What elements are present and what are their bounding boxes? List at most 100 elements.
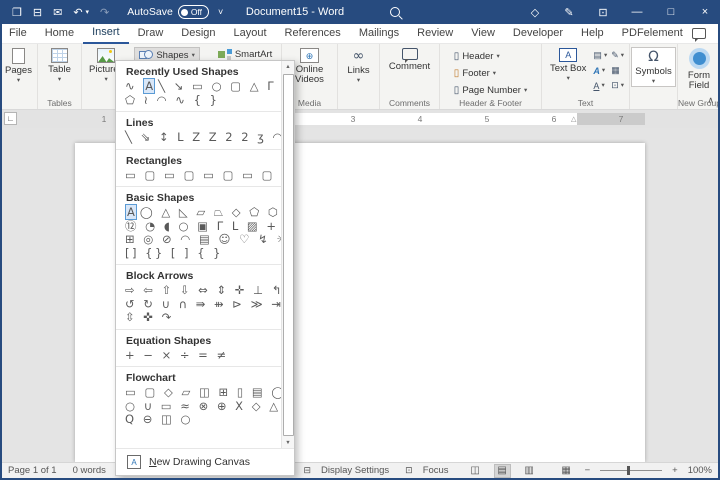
basic-shapes-row-4[interactable]: [] {} [ ] { } [116,247,281,261]
ribbon-group-text: A Text Box ▾ ▤ ▾ A ▾ A ▾ [542,44,630,109]
tab-references[interactable]: References [276,24,350,43]
collapse-ribbon-icon[interactable]: ∧ [707,95,714,106]
text-box-shape-selected[interactable]: A [143,78,155,94]
recently-used-row-1[interactable]: ∿ A╲ ↘ ▭ ○ ▢ △ Γ L ↳ ⇨ ⇩ [116,80,281,94]
chevron-down-icon: ▾ [567,76,570,82]
tab-help[interactable]: Help [572,24,613,43]
chevron-down-icon: ▾ [493,71,496,77]
block-arrows-row-1[interactable]: ⇨ ⇦ ⇧ ⇩ ⇔ ⇕ ✛ ⊥ ↰ ∩ ↲ ↳ [116,284,281,298]
web-layout-button[interactable]: ▥ [521,464,538,478]
zoom-slider[interactable] [600,470,662,471]
table-button[interactable]: Table ▾ [45,47,74,84]
section-recently-used: Recently Used Shapes [116,61,281,80]
form-field-button[interactable]: Form Field [678,47,720,92]
basic-shapes-row-2[interactable]: ⑫ ◔ ◖ ○ ▣ Γ L ▨ + ▢ ⊔ ◫ [116,220,281,234]
footer-button[interactable]: ▯ Footer ▾ [450,66,531,81]
section-basic-shapes: Basic Shapes [116,187,281,206]
focus-button[interactable]: Focus [423,465,449,476]
undo-caret-icon[interactable]: ▾ [86,8,90,16]
minimize-button[interactable]: — [630,6,644,18]
status-bar: Page 1 of 1 0 words 0 cha ⊟ Display Sett… [0,462,720,478]
open-icon[interactable]: ✉ [53,6,62,19]
right-indent-marker[interactable]: △ [571,115,576,123]
tab-review[interactable]: Review [408,24,462,43]
zoom-level[interactable]: 100% [688,465,712,476]
recently-used-row-2[interactable]: ⬠ ≀ ◠ ∿ { } [116,94,281,108]
page-count[interactable]: Page 1 of 1 [8,465,57,476]
flowchart-row-1[interactable]: ▭ ▢ ◇ ▱ ◫ ⊞ ▯ ▤ ◯ ○ ⬡ ◁ ▽ [116,386,281,400]
save-icon[interactable]: ⊟ [33,6,42,19]
symbols-button[interactable]: Ω Symbols ▾ [631,47,675,87]
tab-design[interactable]: Design [172,24,224,43]
group-label-comments: Comments [380,98,439,108]
date-time-button[interactable]: ▦ [611,64,624,77]
tab-mailings[interactable]: Mailings [350,24,408,43]
wordart-button[interactable]: A ▾ [593,64,607,77]
zoom-slider-thumb[interactable] [627,466,630,475]
new-drawing-canvas-item[interactable]: A New Drawing Canvas [116,448,294,475]
header-icon: ▯ [454,51,460,62]
display-settings-button[interactable]: Display Settings [321,465,389,476]
tab-developer[interactable]: Developer [504,24,572,43]
ruler-number: 7 [619,114,624,124]
tab-insert[interactable]: Insert [83,23,129,44]
signature-line-button[interactable]: ✎ ▾ [611,49,624,62]
qat-more-icon[interactable]: ˅ [218,7,223,17]
tab-file[interactable]: File [0,24,36,43]
gem-icon[interactable]: ◇ [528,6,542,19]
tab-view[interactable]: View [462,24,504,43]
ribbon-group-pages: Pages ▾ [0,44,38,109]
page-number-button[interactable]: ▯ Page Number ▾ [450,83,531,98]
tab-pdfelement[interactable]: PDFelement [613,24,692,43]
scrollbar-thumb[interactable] [283,74,294,436]
ruler-number: 4 [418,114,423,124]
chevron-down-icon: ▾ [496,54,499,60]
window-border-left [0,0,2,480]
status-extra-icon[interactable]: ▦ [558,464,575,478]
drop-cap-button[interactable]: A ▾ [593,79,607,92]
basic-shapes-row-3[interactable]: ⊞ ◎ ⊘ ◠ ▤ ☺ ♡ ↯ ☼ ☾ ☁ ◝ [116,233,281,247]
quick-parts-button[interactable]: ▤ ▾ [593,49,607,62]
redo-button[interactable]: ↷ [100,6,109,19]
comments-icon[interactable] [692,28,706,39]
comment-button[interactable]: Comment [386,47,433,73]
lines-row[interactable]: ╲ ⇘ ↕ L Z Z 2 2 ʒ ◠ ⬠ ≀ [116,131,281,145]
flowchart-row-2[interactable]: ○ ∪ ▭ ≈ ⊗ ⊕ X ◇ △ ▽ ⊂ D [116,400,281,414]
tab-home[interactable]: Home [36,24,83,43]
maximize-button[interactable]: □ [664,6,678,18]
tab-selector[interactable]: ∟ [4,112,17,125]
tab-layout[interactable]: Layout [225,24,276,43]
titlebar-controls: ◇ ✎ ⊡ — □ × [528,0,716,24]
print-layout-button[interactable]: ▤ [494,464,511,478]
autosave-toggle[interactable]: Off [178,5,209,19]
zoom-out-button[interactable]: − [585,465,591,476]
scroll-up-icon[interactable]: ▲ [282,61,294,73]
text-box-shape[interactable]: A [125,204,137,220]
horizontal-ruler[interactable]: 1 1 2 3 4 5 6 7 △ [0,110,720,128]
zoom-in-button[interactable]: + [672,465,678,476]
block-arrows-row-3[interactable]: ⇳ ✜ ↷ [116,311,281,325]
block-arrows-row-2[interactable]: ↺ ↻ ∪ ∩ ⇛ ⇻ ⊳ ≫ ⇥ ⇟ ⇤ ⇞ [116,298,281,312]
link-icon: ∞ [353,48,365,64]
text-box-button[interactable]: A Text Box ▾ [547,47,589,92]
equation-shapes-row[interactable]: + − × ÷ = ≠ [116,349,281,363]
ribbon-display-options-icon[interactable]: ⊡ [596,6,610,19]
close-button[interactable]: × [698,6,712,18]
rectangles-row[interactable]: ▭ ▢ ▭ ▢ ▭ ▢ ▭ ▢ ▭ [116,169,281,183]
tab-draw[interactable]: Draw [129,24,173,43]
flowchart-row-3[interactable]: Q ⊖ ◫ ○ [116,413,281,427]
search-icon[interactable] [390,7,400,17]
menu-scrollbar[interactable]: ▲ ▼ [281,61,294,449]
group-label-text: Text [542,98,629,108]
undo-button[interactable]: ↶ [73,6,82,19]
read-mode-button[interactable]: ◫ [467,464,484,478]
links-button[interactable]: ∞ Links ▾ [344,47,372,85]
word-count[interactable]: 0 words [73,465,106,476]
header-button[interactable]: ▯ Header ▾ [450,49,531,64]
pages-button[interactable]: Pages ▾ [2,47,35,85]
form-field-icon [689,48,710,69]
pencil-icon[interactable]: ✎ [562,6,576,19]
object-button[interactable]: ⊡ ▾ [611,79,624,92]
copy-icon[interactable]: ❐ [12,6,22,19]
basic-shapes-row-1[interactable]: A◯ △ ◺ ▱ ⏢ ◇ ⬠ ⬡ ⑦ ⑧ ⑩ [116,206,281,220]
